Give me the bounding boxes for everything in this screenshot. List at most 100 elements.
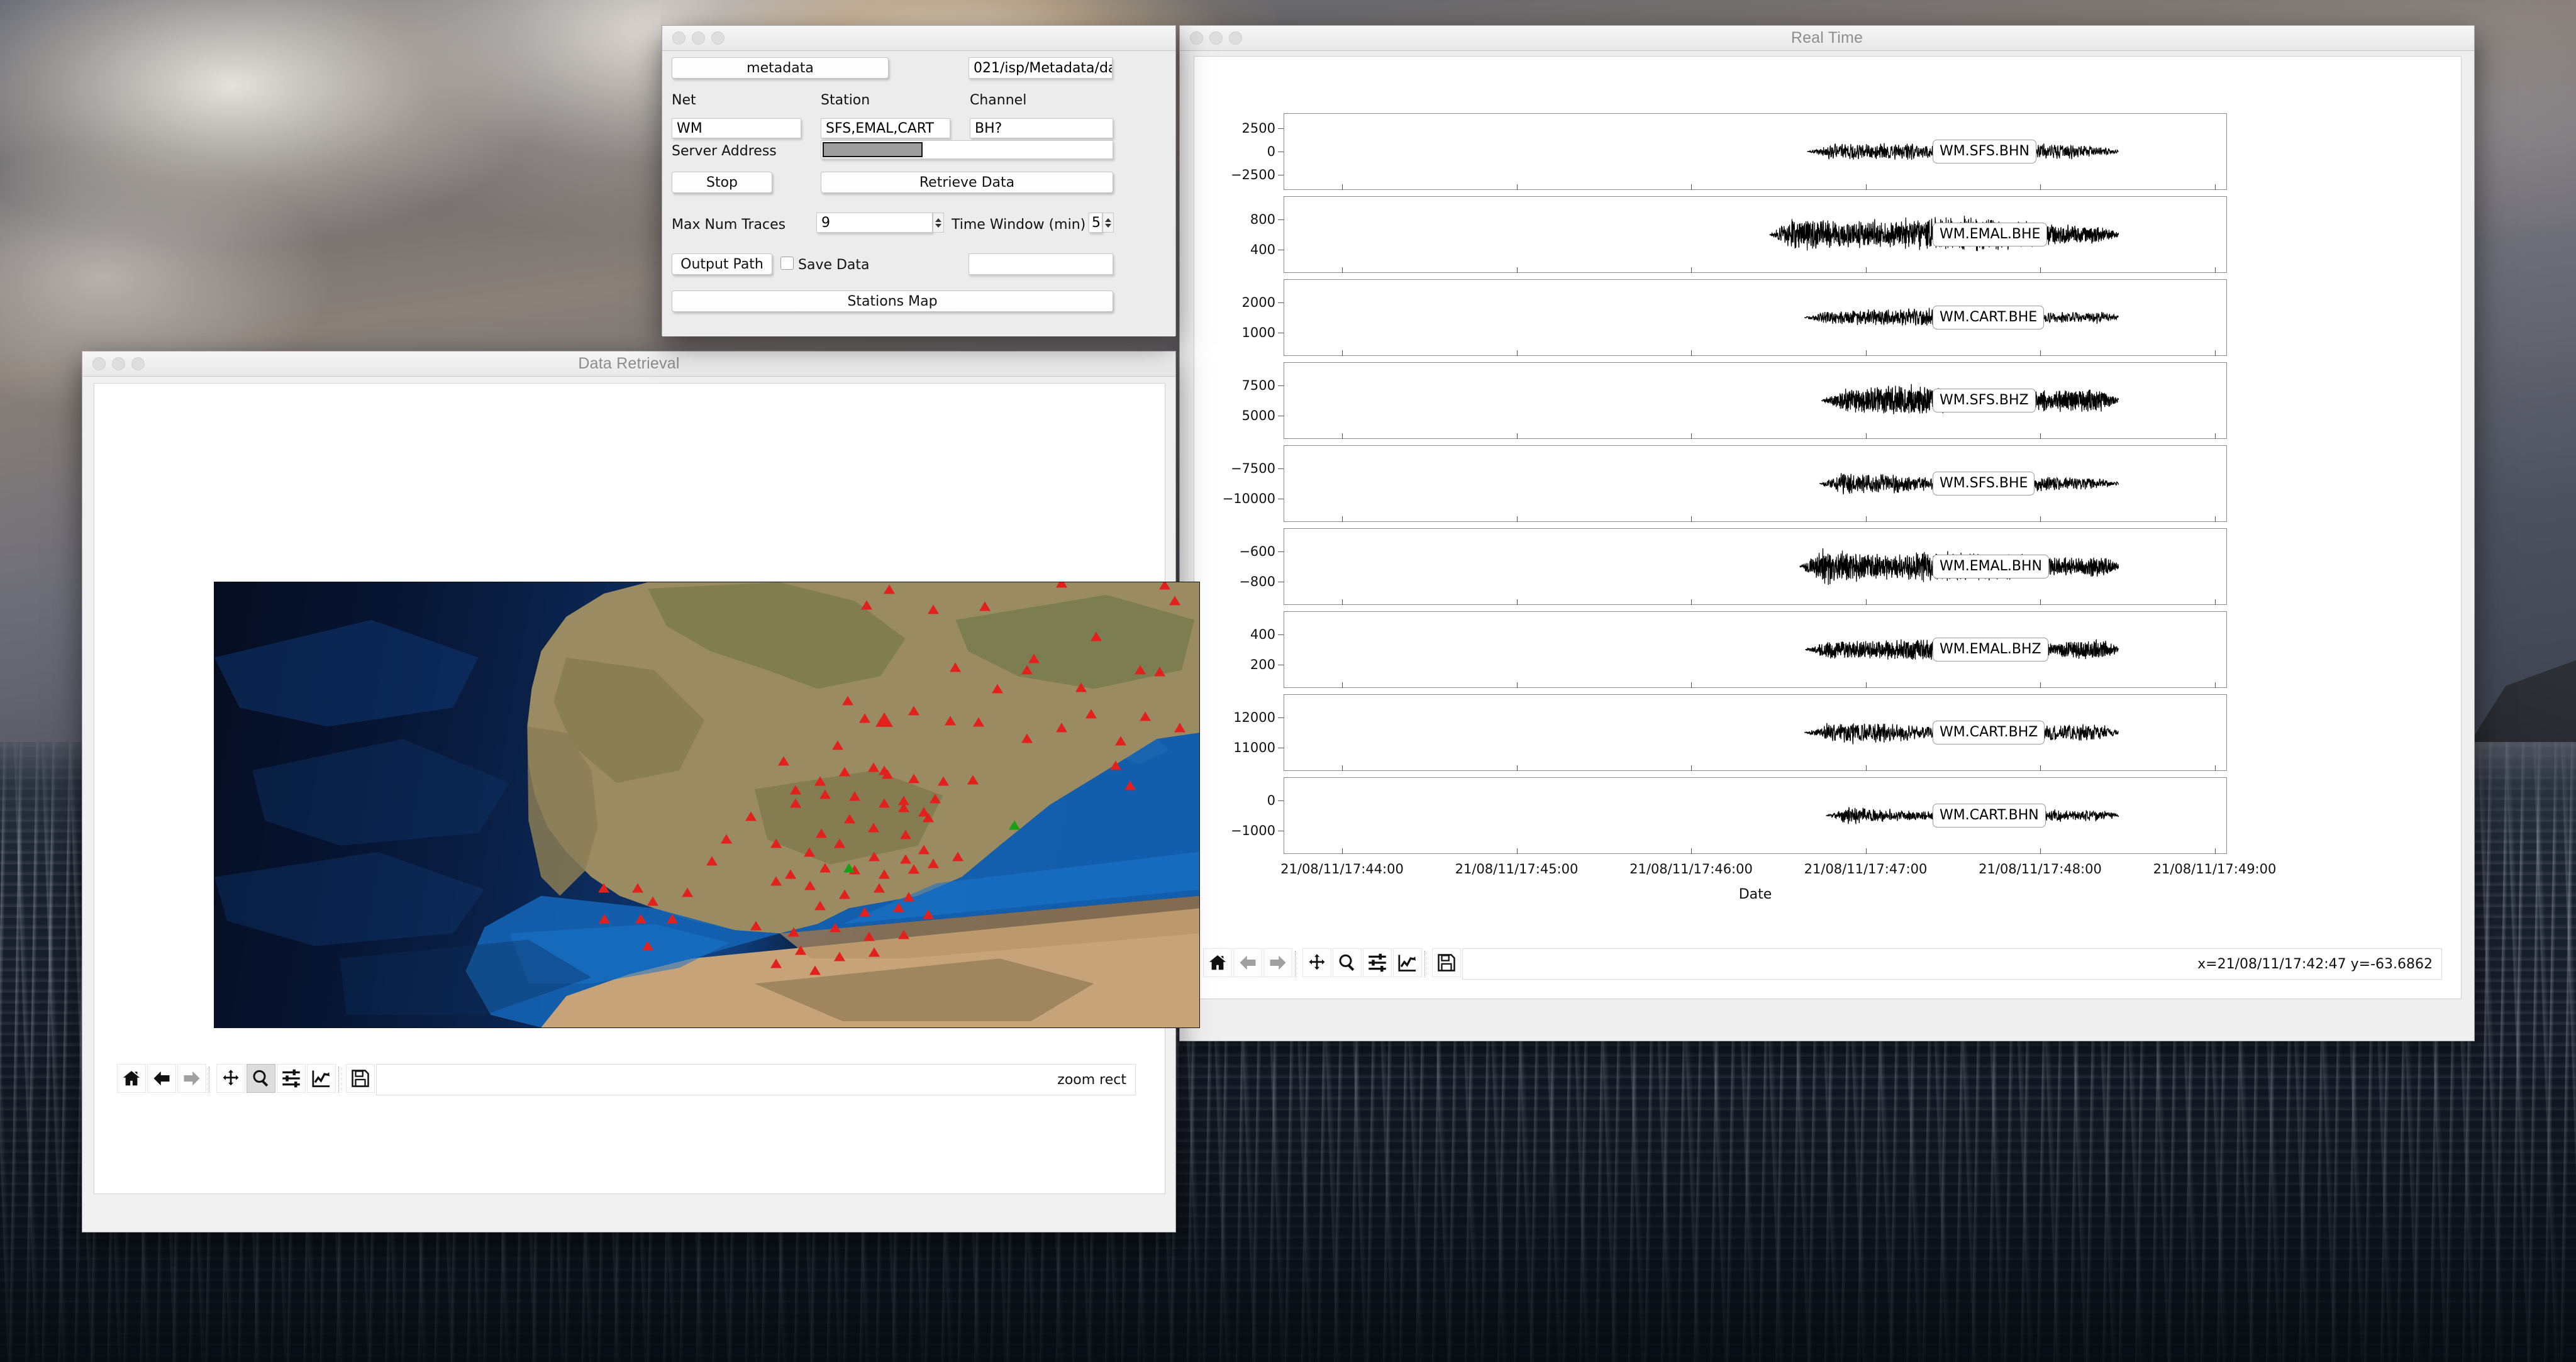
station-marker[interactable] bbox=[819, 789, 831, 799]
station-marker[interactable] bbox=[789, 785, 801, 795]
station-marker[interactable] bbox=[979, 601, 991, 611]
save-floppy-button[interactable] bbox=[1432, 948, 1461, 977]
station-marker[interactable] bbox=[1114, 736, 1126, 746]
station-marker[interactable] bbox=[1085, 709, 1097, 719]
station-marker[interactable] bbox=[803, 847, 815, 857]
trace-axes[interactable]: 12000 11000 WM.CART.BHZ bbox=[1233, 694, 2227, 771]
station-marker[interactable] bbox=[863, 931, 875, 941]
station-marker[interactable] bbox=[635, 914, 647, 924]
station-marker[interactable] bbox=[908, 706, 919, 716]
retrieve-data-button[interactable]: Retrieve Data bbox=[821, 172, 1113, 193]
station-marker[interactable] bbox=[839, 889, 851, 899]
station-marker[interactable] bbox=[952, 851, 964, 861]
station-marker[interactable] bbox=[1021, 733, 1033, 743]
station-marker[interactable] bbox=[918, 844, 930, 855]
zoom-magnifier-button[interactable] bbox=[247, 1064, 275, 1093]
station-marker[interactable] bbox=[599, 914, 611, 924]
station-marker[interactable] bbox=[681, 887, 693, 897]
back-arrow-button[interactable] bbox=[147, 1064, 176, 1093]
zoom-magnifier-button[interactable] bbox=[1333, 948, 1362, 977]
station-marker[interactable] bbox=[1021, 665, 1033, 675]
station-marker[interactable] bbox=[1159, 582, 1171, 590]
station-marker[interactable] bbox=[829, 922, 841, 933]
station-marker[interactable] bbox=[815, 828, 827, 838]
stop-button[interactable]: Stop bbox=[672, 172, 772, 193]
stepper-up-icon[interactable] bbox=[1105, 218, 1111, 222]
station-marker[interactable] bbox=[867, 822, 879, 833]
minimize-button[interactable] bbox=[112, 357, 125, 370]
edit-curve-button[interactable] bbox=[1393, 948, 1422, 977]
station-marker[interactable] bbox=[1075, 682, 1087, 692]
trace-axes[interactable]: 0 −1000 WM.CART.BHN bbox=[1231, 777, 2227, 854]
data-retrieval-window[interactable]: Data Retrieval 15°W12.5°W10°W7.5°W5°W2.5… bbox=[82, 351, 1200, 1232]
station-marker[interactable] bbox=[878, 798, 890, 808]
edit-curve-button[interactable] bbox=[307, 1064, 336, 1093]
stations-map-figure[interactable]: 15°W12.5°W10°W7.5°W5°W2.5°W0°2.5°E 42°N4… bbox=[94, 384, 1200, 1028]
station-marker[interactable] bbox=[844, 814, 856, 824]
save-data-checkbox[interactable] bbox=[780, 257, 794, 270]
real-time-titlebar[interactable]: Real Time bbox=[1180, 26, 2474, 51]
station-marker[interactable] bbox=[750, 921, 762, 931]
station-marker[interactable] bbox=[874, 883, 886, 893]
minimize-button[interactable] bbox=[1209, 31, 1223, 45]
subplot-sliders-button[interactable] bbox=[1363, 948, 1392, 977]
station-marker[interactable] bbox=[832, 740, 844, 750]
pan-move-button[interactable] bbox=[1302, 948, 1331, 977]
station-marker[interactable] bbox=[804, 880, 816, 890]
output-path-field[interactable] bbox=[969, 253, 1113, 275]
home-button[interactable] bbox=[1203, 948, 1232, 977]
station-marker[interactable] bbox=[903, 892, 915, 902]
station-marker[interactable] bbox=[667, 914, 679, 924]
time-window-input[interactable]: 5 bbox=[1089, 213, 1102, 233]
stepper-up-icon[interactable] bbox=[935, 218, 941, 222]
data-retrieval-titlebar[interactable]: Data Retrieval bbox=[82, 352, 1175, 377]
station-marker[interactable] bbox=[814, 776, 826, 786]
station-marker[interactable] bbox=[923, 909, 935, 919]
trace-axes[interactable]: 2500 0 −2500 WM.SFS.BHN bbox=[1231, 113, 2227, 190]
station-marker[interactable] bbox=[1139, 711, 1151, 721]
net-input[interactable]: WM bbox=[672, 118, 801, 138]
save-floppy-button[interactable] bbox=[346, 1064, 375, 1093]
station-marker[interactable] bbox=[860, 600, 872, 610]
station-marker[interactable] bbox=[878, 869, 890, 879]
station-marker[interactable] bbox=[632, 883, 644, 893]
station-marker[interactable] bbox=[991, 684, 1003, 694]
trace-axes[interactable]: −7500 −10000 WM.SFS.BHE bbox=[1223, 445, 2227, 522]
metadata-button[interactable]: metadata bbox=[672, 57, 889, 79]
station-marker[interactable] bbox=[869, 947, 880, 957]
station-marker[interactable] bbox=[785, 869, 797, 879]
output-path-button[interactable]: Output Path bbox=[672, 253, 772, 275]
window-controls[interactable] bbox=[672, 31, 724, 45]
home-button[interactable] bbox=[117, 1064, 146, 1093]
station-marker[interactable] bbox=[967, 775, 979, 785]
maximize-button[interactable] bbox=[1229, 31, 1242, 45]
maximize-button[interactable] bbox=[711, 31, 724, 45]
trace-axes[interactable]: −600 −800 WM.EMAL.BHN bbox=[1239, 528, 2227, 605]
station-marker[interactable] bbox=[908, 773, 919, 783]
station-marker[interactable] bbox=[770, 958, 782, 968]
station-marker[interactable] bbox=[918, 807, 930, 817]
station-marker[interactable] bbox=[883, 584, 895, 594]
station-marker[interactable] bbox=[597, 883, 609, 893]
window-controls[interactable] bbox=[92, 357, 145, 370]
trace-axes[interactable]: 400 200 WM.EMAL.BHZ bbox=[1250, 611, 2227, 688]
pan-move-button[interactable] bbox=[216, 1064, 245, 1093]
station-marker[interactable] bbox=[944, 716, 956, 726]
station-marker[interactable] bbox=[834, 951, 846, 961]
station-marker[interactable] bbox=[1169, 595, 1180, 606]
max-num-traces-stepper[interactable] bbox=[933, 213, 944, 233]
station-marker[interactable] bbox=[848, 791, 860, 801]
station-marker[interactable] bbox=[900, 854, 912, 863]
station-marker[interactable] bbox=[1124, 780, 1136, 790]
station-marker[interactable] bbox=[834, 838, 846, 848]
station-marker[interactable] bbox=[770, 838, 782, 848]
station-marker-selected[interactable] bbox=[843, 863, 855, 873]
station-marker[interactable] bbox=[900, 829, 912, 839]
stations-map-button[interactable]: Stations Map bbox=[672, 291, 1113, 312]
max-num-traces-input[interactable]: 9 bbox=[816, 213, 933, 233]
realtime-parameters-window[interactable]: metadata 021/isp/Metadata/dataless Net S… bbox=[662, 25, 1176, 336]
subplot-sliders-button[interactable] bbox=[277, 1064, 306, 1093]
station-marker[interactable] bbox=[908, 864, 919, 874]
station-marker[interactable] bbox=[1090, 631, 1102, 641]
station-marker[interactable] bbox=[928, 604, 940, 614]
